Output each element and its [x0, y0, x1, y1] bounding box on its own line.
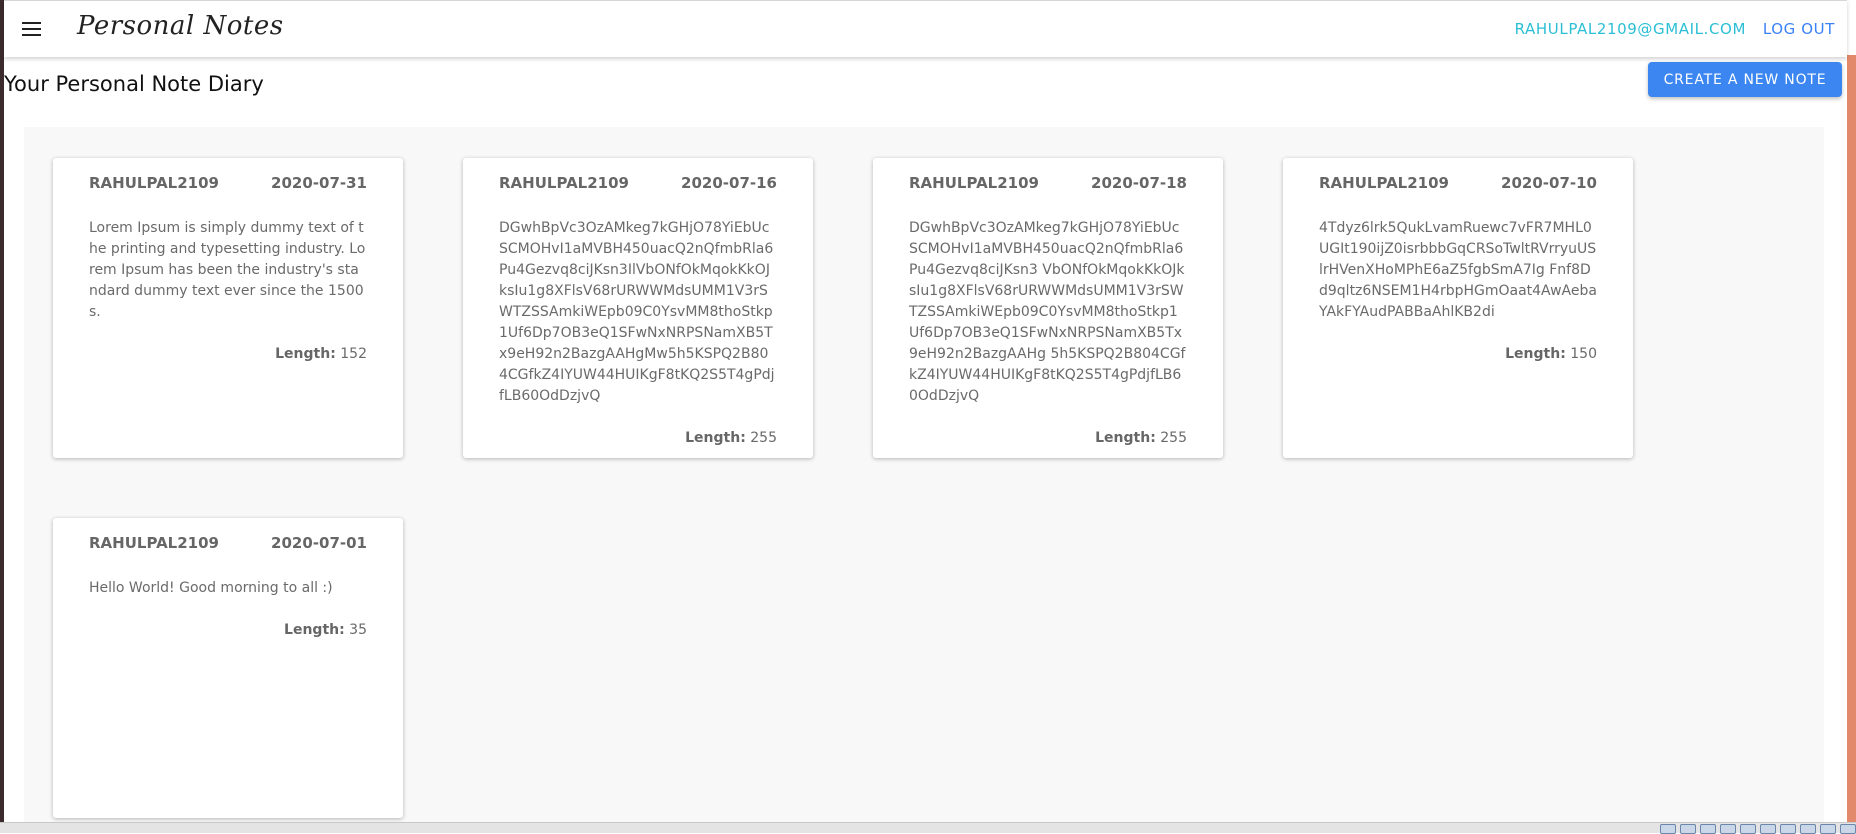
note-card[interactable]: RAHULPAL2109 2020-07-31 Lorem Ipsum is s…	[53, 158, 403, 458]
note-length-value: 35	[349, 622, 367, 638]
note-date: 2020-07-10	[1501, 174, 1597, 192]
note-date: 2020-07-16	[681, 174, 777, 192]
system-taskbar	[0, 822, 1856, 834]
note-length-label: Length:	[275, 346, 336, 362]
note-card[interactable]: RAHULPAL2109 2020-07-18 DGwhBpVc3OzAMkeg…	[873, 158, 1223, 458]
note-card[interactable]: RAHULPAL2109 2020-07-01 Hello World! Goo…	[53, 518, 403, 818]
note-length-label: Length:	[284, 622, 345, 638]
note-length: Length: 35	[89, 620, 367, 641]
logout-button[interactable]: LOG OUT	[1763, 20, 1835, 38]
note-author: RAHULPAL2109	[499, 174, 629, 192]
note-length-value: 255	[750, 430, 777, 446]
note-length: Length: 255	[499, 428, 777, 449]
window-right-edge	[1847, 55, 1856, 823]
note-text: DGwhBpVc3OzAMkeg7kGHjO78YiEbUcSCMOHvI1aM…	[499, 220, 775, 404]
note-length: Length: 152	[89, 344, 367, 365]
window-left-edge	[0, 0, 4, 833]
note-length: Length: 150	[1319, 344, 1597, 365]
note-author: RAHULPAL2109	[89, 174, 219, 192]
note-text: Hello World! Good morning to all :)	[89, 580, 333, 596]
note-text: DGwhBpVc3OzAMkeg7kGHjO78YiEbUcSCMOHvI1aM…	[909, 220, 1186, 404]
user-email-link[interactable]: RAHULPAL2109@GMAIL.COM	[1515, 20, 1746, 38]
note-author: RAHULPAL2109	[909, 174, 1039, 192]
note-date: 2020-07-01	[271, 534, 367, 552]
note-text: 4Tdyz6lrk5QukLvamRuewc7vFR7MHL0UGIt190ij…	[1319, 220, 1597, 320]
note-text: Lorem Ipsum is simply dummy text of the …	[89, 220, 366, 320]
app-header: Personal Notes RAHULPAL2109@GMAIL.COM LO…	[4, 0, 1847, 57]
notes-grid: RAHULPAL2109 2020-07-31 Lorem Ipsum is s…	[24, 127, 1824, 833]
note-length-value: 255	[1160, 430, 1187, 446]
menu-icon[interactable]	[20, 17, 44, 41]
note-author: RAHULPAL2109	[1319, 174, 1449, 192]
note-card[interactable]: RAHULPAL2109 2020-07-16 DGwhBpVc3OzAMkeg…	[463, 158, 813, 458]
note-date: 2020-07-31	[271, 174, 367, 192]
app-brand[interactable]: Personal Notes	[77, 11, 284, 41]
note-length: Length: 255	[909, 428, 1187, 449]
create-note-button[interactable]: CREATE A NEW NOTE	[1648, 62, 1842, 97]
note-author: RAHULPAL2109	[89, 534, 219, 552]
note-length-label: Length:	[685, 430, 746, 446]
note-date: 2020-07-18	[1091, 174, 1187, 192]
note-length-label: Length:	[1095, 430, 1156, 446]
note-length-value: 150	[1570, 346, 1597, 362]
note-length-value: 152	[340, 346, 367, 362]
note-length-label: Length:	[1505, 346, 1566, 362]
page-title: Your Personal Note Diary	[4, 72, 264, 96]
note-card[interactable]: RAHULPAL2109 2020-07-10 4Tdyz6lrk5QukLva…	[1283, 158, 1633, 458]
